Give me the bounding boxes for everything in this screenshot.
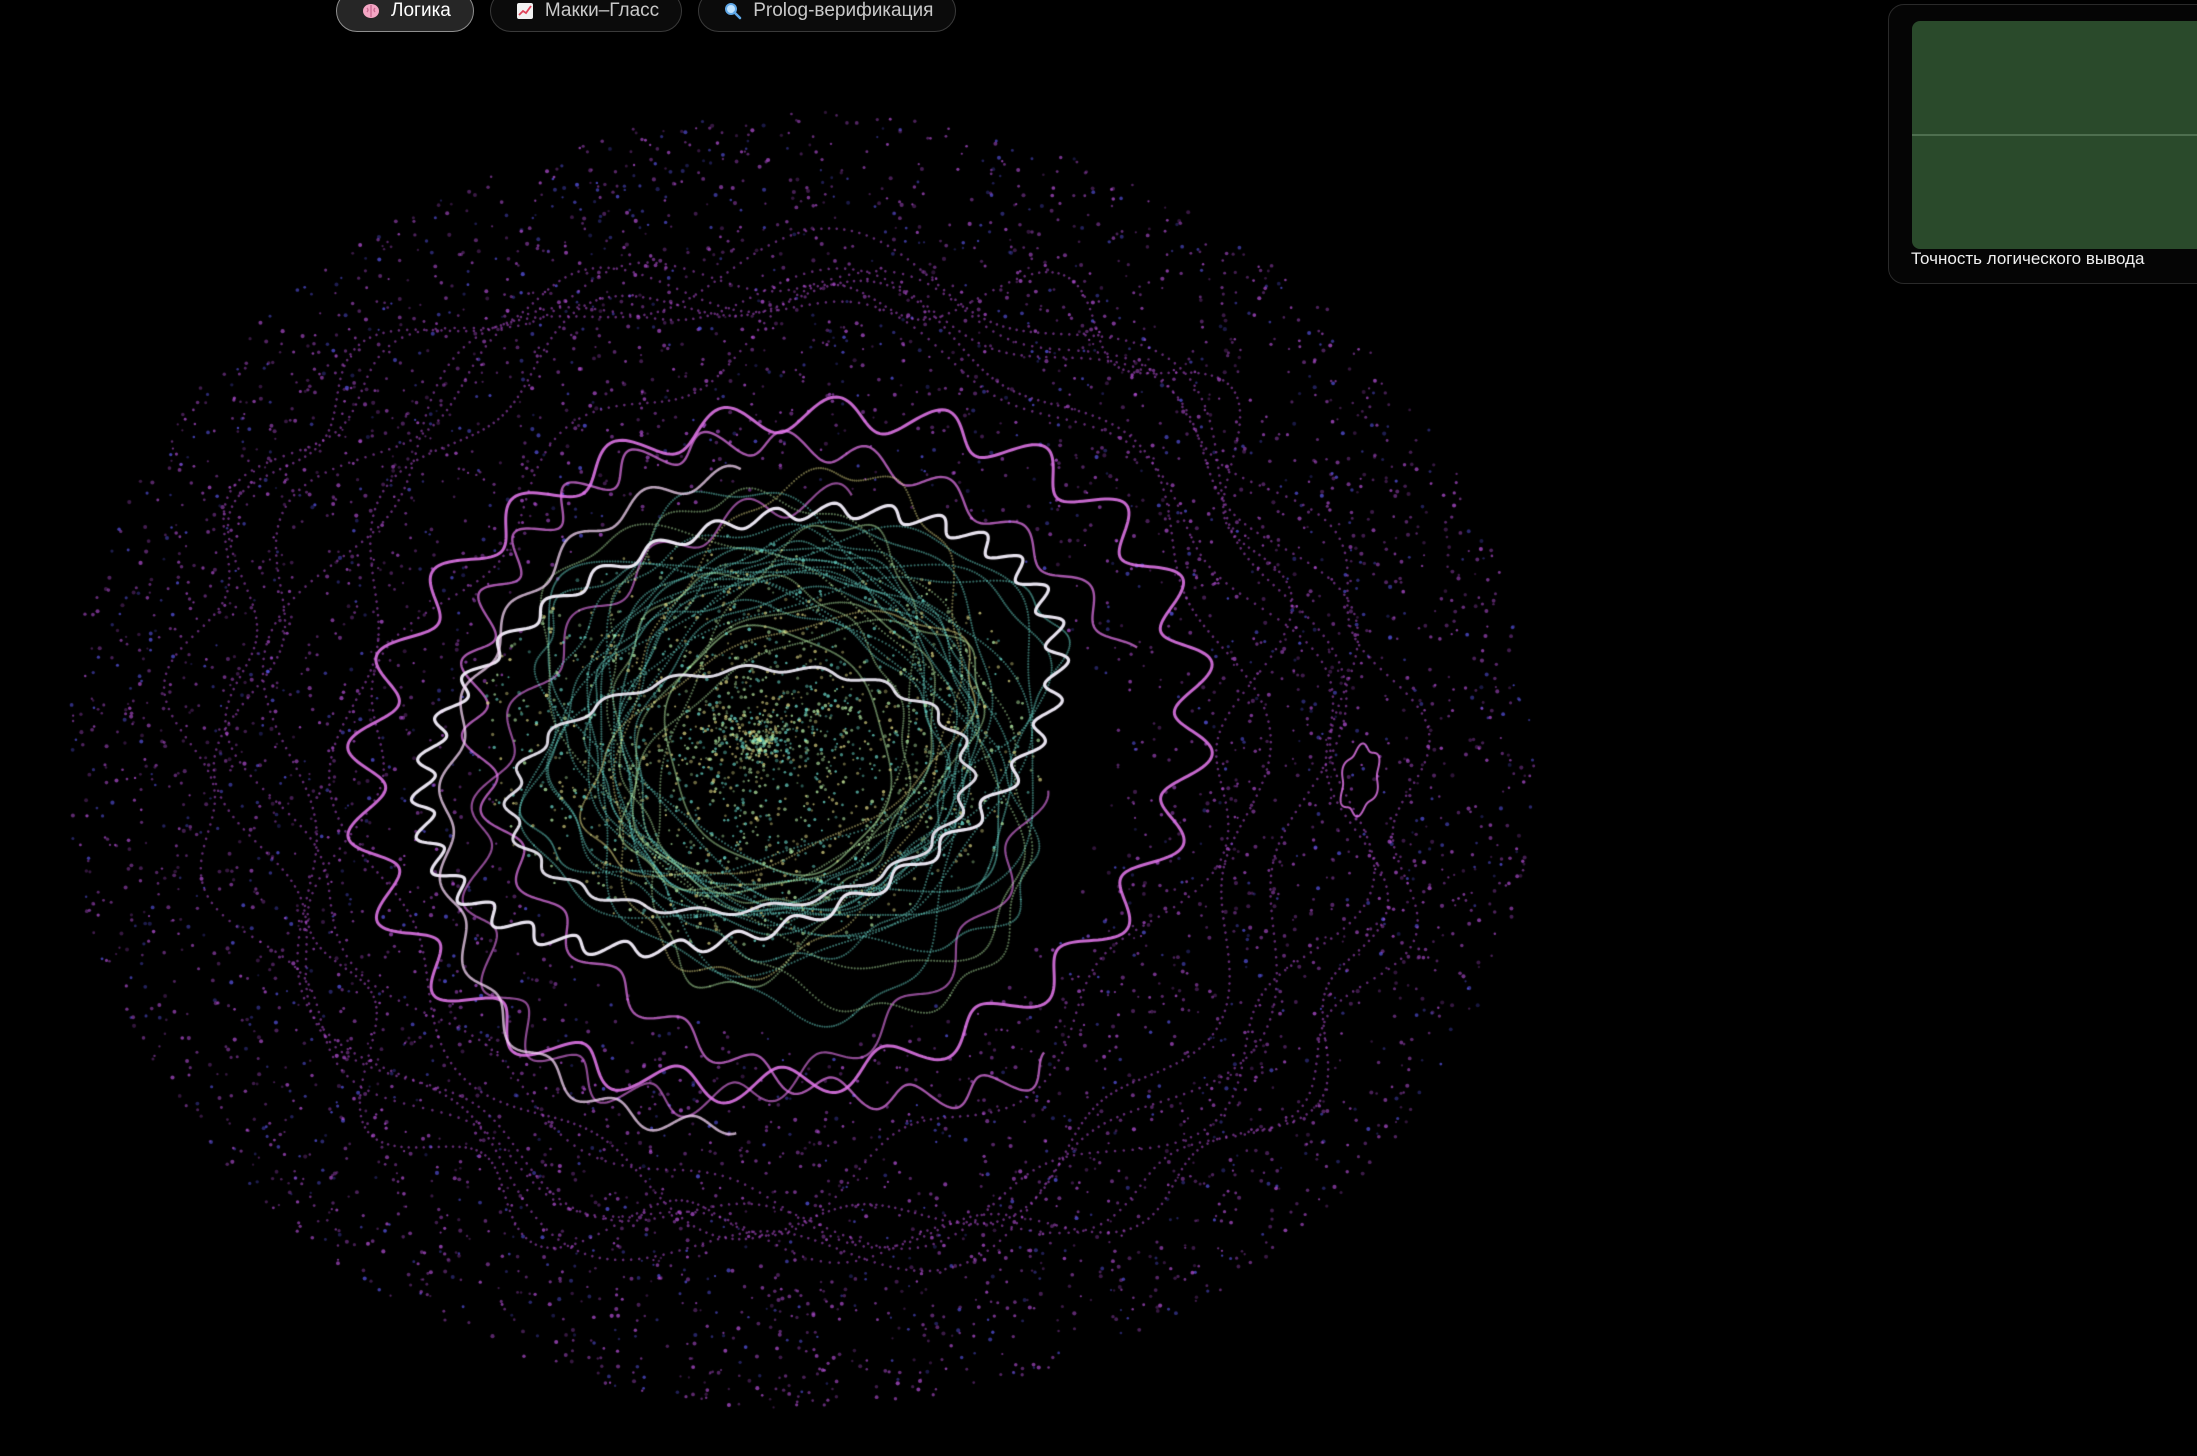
attractor-canvas[interactable] [0, 0, 1560, 1456]
mode-tabs: Логика Макки–Гласс Prolog-верификация [336, 0, 957, 32]
chart-icon [515, 1, 535, 21]
tab-logic-label: Логика [391, 0, 451, 21]
tab-logic[interactable]: Логика [336, 0, 474, 32]
particle-attractor-visualization[interactable] [0, 0, 1560, 1456]
metric-card-caption: Точность логического вывода [1911, 249, 2145, 268]
accuracy-plot [1912, 21, 2197, 249]
tab-mackey-glass[interactable]: Макки–Гласс [489, 0, 683, 32]
metric-card: Точность логического вывода [1888, 4, 2197, 284]
accuracy-plot-midline [1912, 134, 2197, 136]
tab-prolog-verification[interactable]: Prolog-верификация [698, 0, 957, 32]
brain-icon [361, 1, 381, 21]
magnifier-icon [723, 1, 743, 21]
app-root: Логика Макки–Гласс Prolog-верификация То… [0, 0, 2197, 1456]
tab-mackey-glass-label: Макки–Гласс [544, 0, 660, 21]
tab-prolog-verification-label: Prolog-верификация [753, 0, 934, 21]
